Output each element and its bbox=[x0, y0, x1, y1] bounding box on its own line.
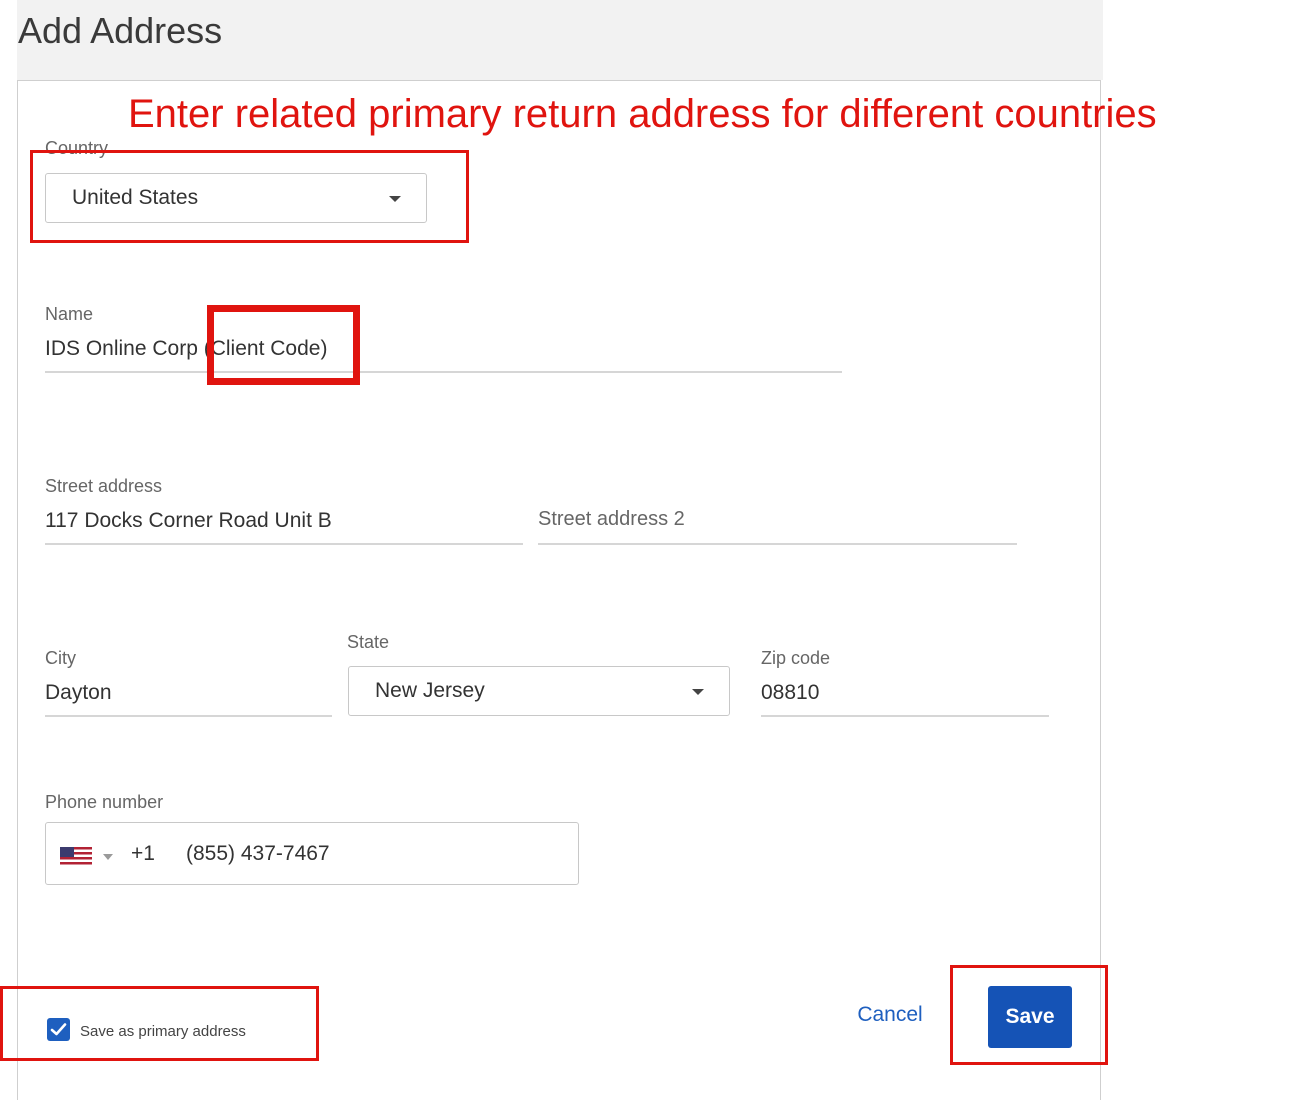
phone-number-field[interactable]: +1 (855) 437-7467 bbox=[45, 822, 579, 885]
city-input[interactable]: Dayton bbox=[45, 681, 112, 705]
chevron-down-icon[interactable] bbox=[103, 854, 113, 860]
cancel-button[interactable]: Cancel bbox=[845, 998, 935, 1032]
phone-number-label: Phone number bbox=[45, 792, 164, 812]
street-address-2-input[interactable]: Street address 2 bbox=[538, 508, 685, 531]
chevron-down-icon bbox=[692, 689, 704, 695]
annotation-box-client-code bbox=[207, 305, 360, 385]
city-underline bbox=[45, 715, 332, 717]
street-address-2-underline bbox=[538, 543, 1017, 545]
dial-code: +1 bbox=[131, 842, 155, 865]
name-label: Name bbox=[45, 304, 94, 324]
page-title: Add Address bbox=[18, 10, 223, 51]
annotation-box-primary bbox=[0, 986, 319, 1061]
annotation-box-country bbox=[30, 150, 469, 243]
state-label: State bbox=[347, 632, 390, 652]
state-select[interactable]: New Jersey bbox=[348, 666, 730, 716]
us-flag-icon[interactable] bbox=[60, 847, 92, 865]
street-address-underline bbox=[45, 543, 523, 545]
state-select-value: New Jersey bbox=[375, 679, 485, 702]
annotation-text: Enter related primary return address for… bbox=[128, 92, 1157, 136]
annotation-box-save bbox=[950, 965, 1108, 1065]
zip-code-label: Zip code bbox=[761, 648, 831, 668]
zip-code-underline bbox=[761, 715, 1049, 717]
zip-code-input[interactable]: 08810 bbox=[761, 681, 819, 705]
name-underline bbox=[45, 371, 842, 373]
street-address-input[interactable]: 117 Docks Corner Road Unit B bbox=[45, 509, 332, 533]
street-address-label: Street address bbox=[45, 476, 163, 496]
phone-number-input[interactable]: (855) 437-7467 bbox=[186, 842, 330, 866]
city-label: City bbox=[45, 648, 76, 668]
